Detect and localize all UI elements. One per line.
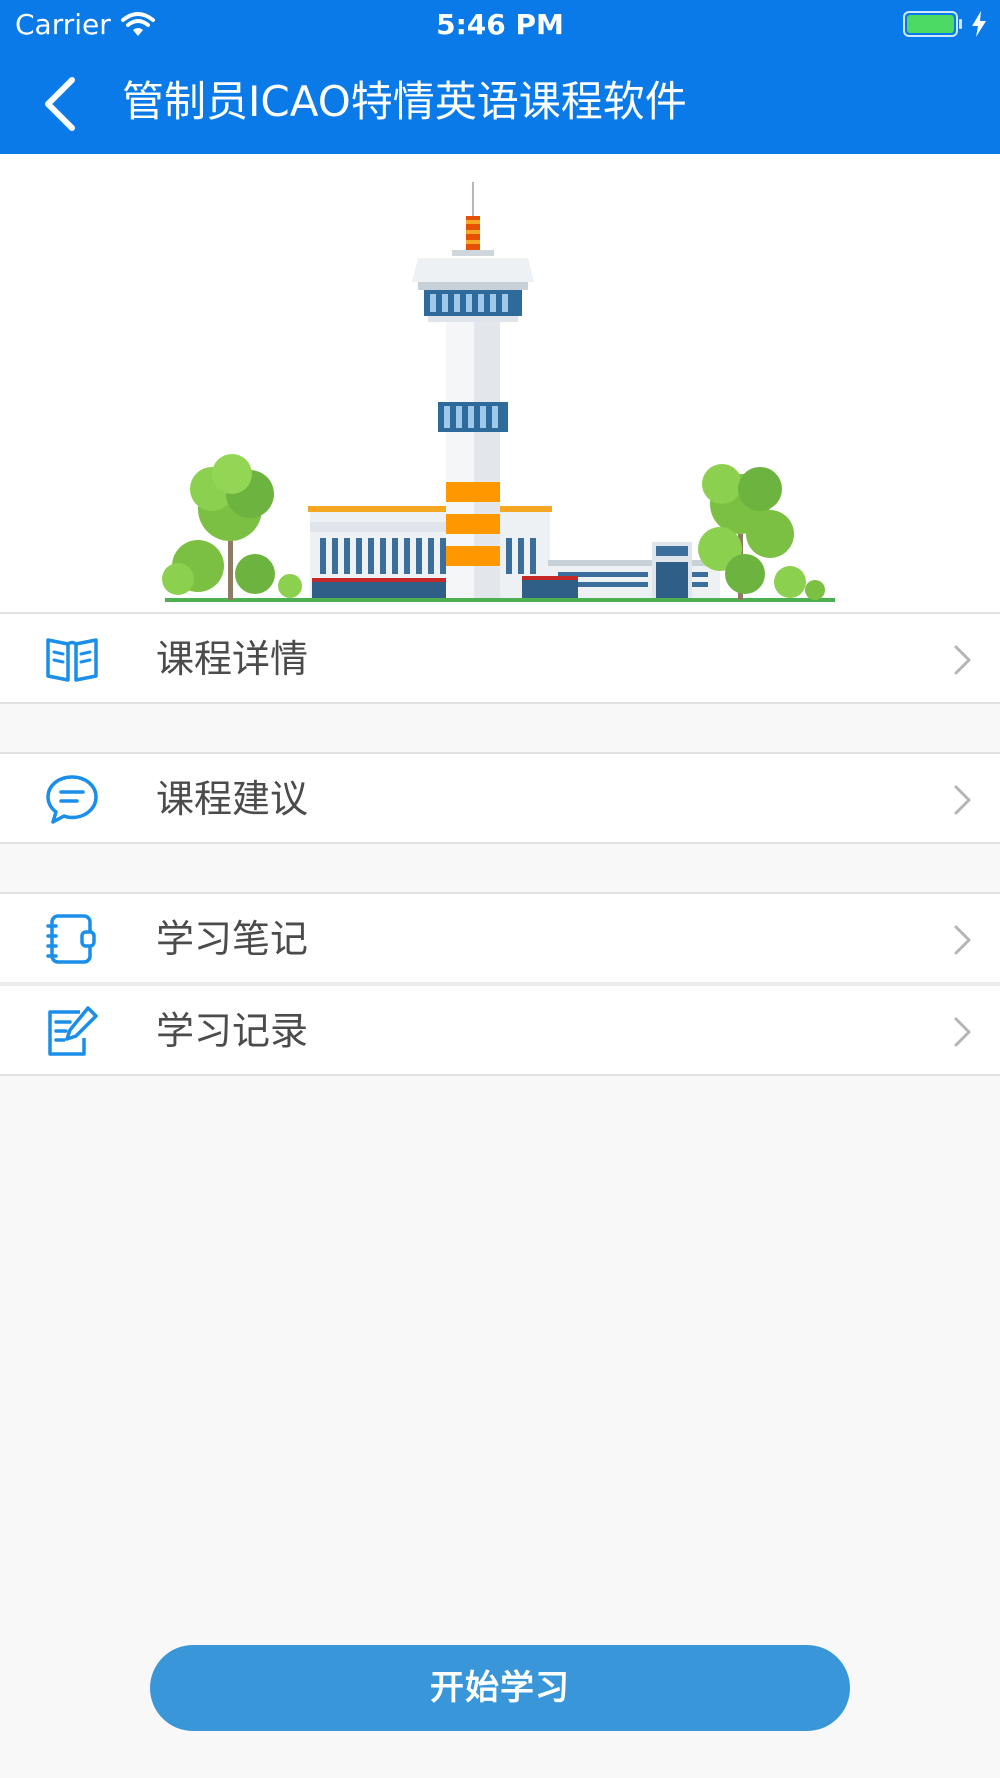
menu-item-label: 学习记录 [156, 1009, 309, 1053]
menu-item-label: 学习笔记 [156, 917, 309, 961]
open-book-icon [46, 638, 98, 682]
tree-group-left [162, 454, 302, 600]
menu-item-study-notes[interactable]: 学习笔记 [0, 894, 1000, 986]
navigation-header: Carrier 5:46 PM 管制员ICAO特情英语课程软件 [0, 0, 1000, 154]
chevron-right-icon [954, 925, 971, 955]
menu-item-label: 课程详情 [156, 637, 309, 681]
chat-bubble-icon [46, 775, 98, 824]
menu-group-course-suggestions: 课程建议 [0, 752, 1000, 844]
control-tower-illustration [162, 182, 835, 602]
chevron-right-icon [954, 785, 971, 815]
menu-group-course-details: 课程详情 [0, 612, 1000, 704]
chevron-right-icon [954, 1017, 971, 1047]
hero-banner [0, 154, 1000, 614]
edit-document-icon [48, 1006, 98, 1056]
annex-building [522, 542, 722, 598]
status-time: 5:46 PM [436, 8, 564, 41]
page-title: 管制员ICAO特情英语课程软件 [122, 77, 687, 126]
menu-item-course-details[interactable]: 课程详情 [0, 614, 1000, 702]
notebook-icon [46, 914, 96, 964]
status-bar: Carrier 5:46 PM [0, 0, 1000, 50]
terminal-building [308, 506, 552, 598]
start-learning-button[interactable]: 开始学习 [150, 1645, 850, 1731]
charging-bolt-icon [972, 11, 986, 37]
menu-item-label: 课程建议 [156, 777, 309, 821]
menu-item-study-records[interactable]: 学习记录 [0, 986, 1000, 1074]
back-button[interactable] [30, 68, 90, 138]
menu-group-study: 学习笔记 学习记录 [0, 892, 1000, 1076]
battery-icon [903, 11, 962, 37]
chevron-right-icon [954, 645, 971, 675]
menu-item-course-suggestions[interactable]: 课程建议 [0, 754, 1000, 842]
